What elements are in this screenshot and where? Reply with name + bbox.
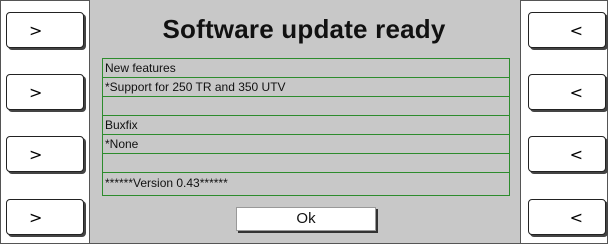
left-arrow-icon: < <box>569 82 583 102</box>
left-softkey-4[interactable]: > <box>6 199 84 235</box>
note-line: Buxfix <box>103 116 509 135</box>
right-softkey-1[interactable]: < <box>528 12 606 48</box>
right-softkey-2[interactable]: < <box>528 74 606 110</box>
right-arrow-icon: > <box>29 207 43 227</box>
ok-button[interactable]: Ok <box>236 207 376 231</box>
right-arrow-icon: > <box>29 144 43 164</box>
left-arrow-icon: < <box>569 20 583 40</box>
note-line <box>103 97 509 116</box>
note-line: New features <box>103 59 509 78</box>
note-line <box>103 154 509 173</box>
note-line: *None <box>103 135 509 154</box>
right-arrow-icon: > <box>29 82 43 102</box>
left-softkey-3[interactable]: > <box>6 136 84 172</box>
left-arrow-icon: < <box>569 207 583 227</box>
dialog-title: Software update ready <box>162 14 446 44</box>
note-line: *Support for 250 TR and 350 UTV <box>103 78 509 97</box>
left-softkey-2[interactable]: > <box>6 74 84 110</box>
right-softkey-4[interactable]: < <box>528 199 606 235</box>
left-arrow-icon: < <box>569 144 583 164</box>
right-arrow-icon: > <box>29 20 43 40</box>
version-line: ******Version 0.43****** <box>105 176 228 190</box>
left-softkey-1[interactable]: > <box>6 12 84 48</box>
release-notes-box: New features *Support for 250 TR and 350… <box>102 58 510 196</box>
right-softkey-3[interactable]: < <box>528 136 606 172</box>
